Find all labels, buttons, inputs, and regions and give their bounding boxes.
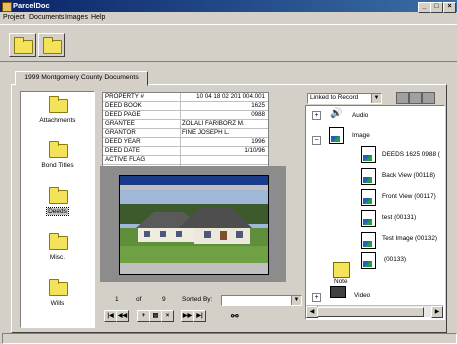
last-record-button[interactable]: ▶| xyxy=(193,310,206,322)
record-of: of xyxy=(136,296,142,303)
scroll-thumb[interactable] xyxy=(317,307,424,317)
image-document-icon xyxy=(361,146,376,163)
folder-label: Deeds xyxy=(46,207,69,216)
record-current: 1 xyxy=(115,296,119,303)
toolbar xyxy=(0,24,457,62)
table-row[interactable]: PROPERTY # 10 04 18 02 201 004.001 xyxy=(103,93,268,102)
record-table: PROPERTY # 10 04 18 02 201 004.001 DEED B… xyxy=(102,92,269,168)
field-value: 1/10/96 xyxy=(244,147,265,154)
image-document-icon xyxy=(329,127,344,144)
expand-audio-toggle[interactable]: + xyxy=(312,111,321,120)
property-photo[interactable] xyxy=(119,175,269,275)
field-value: 1996 xyxy=(251,138,265,145)
menu-documents[interactable]: Documents xyxy=(29,12,64,23)
chevron-down-icon: ▼ xyxy=(291,296,301,305)
table-row[interactable]: DEED PAGE 0988 xyxy=(103,111,268,120)
tree-node-image-item[interactable]: Front View (00117) xyxy=(382,193,436,200)
table-row[interactable]: ACTIVE FLAG xyxy=(103,156,268,165)
field-name: DEED YEAR xyxy=(105,138,141,145)
field-value: 1625 xyxy=(251,102,265,109)
field-value: ZOLALI FARIBORZ M. xyxy=(182,120,245,127)
tree-node-video[interactable]: Video xyxy=(354,292,370,299)
menu-help[interactable]: Help xyxy=(91,12,105,23)
field-name: PROPERTY # xyxy=(105,93,144,100)
title-bar: ParcelDoc _ □ × xyxy=(0,0,457,13)
image-document-icon xyxy=(361,210,376,227)
field-name: DEED PAGE xyxy=(105,111,141,118)
scroll-right-button[interactable]: ▶ xyxy=(431,306,443,318)
tree-node-image[interactable]: Image xyxy=(352,132,370,139)
tree-node-image-item[interactable]: DEEDS 1625 0988 ( xyxy=(382,151,440,158)
folder-icon xyxy=(49,96,68,113)
binoculars-search-icon[interactable]: ⚯ xyxy=(231,311,239,322)
app-window: ParcelDoc _ □ × Project Documents Images… xyxy=(0,0,457,344)
collapse-image-toggle[interactable]: − xyxy=(312,136,321,145)
expand-video-toggle[interactable]: + xyxy=(312,293,321,302)
status-bar xyxy=(2,333,457,344)
record-total: 9 xyxy=(162,296,166,303)
table-row[interactable]: DEED DATE 1/10/96 xyxy=(103,147,268,156)
sort-dropdown[interactable]: ▼ xyxy=(221,295,302,306)
window-title: ParcelDoc xyxy=(13,1,50,10)
image-document-icon xyxy=(361,252,376,269)
table-row[interactable]: GRANTEE ZOLALI FARIBORZ M. xyxy=(103,120,268,129)
video-camera-icon xyxy=(330,286,346,298)
delete-record-button[interactable]: × xyxy=(161,310,174,322)
properties-tool-button[interactable] xyxy=(422,92,435,104)
image-document-icon xyxy=(361,189,376,206)
folder-list: Attachments Bond Titles Deeds Misc. Will… xyxy=(20,91,95,328)
attachment-tree: + 🔊 Audio − Image DEEDS 1625 0988 ( Back… xyxy=(305,105,445,320)
note-icon xyxy=(333,262,350,278)
field-name: GRANTEE xyxy=(105,120,135,127)
folder-icon xyxy=(14,37,33,54)
linked-dropdown[interactable]: Linked to Record ▼ xyxy=(307,93,382,104)
table-row[interactable]: DEED BOOK 1625 xyxy=(103,102,268,111)
sorted-by-label: Sorted By: xyxy=(182,296,213,303)
open-folder-button[interactable] xyxy=(9,33,36,57)
image-document-icon xyxy=(361,168,376,185)
field-value: 0988 xyxy=(251,111,265,118)
linked-value: Linked to Record xyxy=(310,94,359,101)
tree-node-image-item[interactable]: Test Image (00132) xyxy=(382,235,437,242)
image-document-icon xyxy=(361,232,376,249)
link-tool-button[interactable] xyxy=(396,92,409,104)
app-icon xyxy=(2,2,12,12)
folder-label: Bond Titles xyxy=(41,162,74,169)
field-name: GRANTOR xyxy=(105,129,136,136)
previous-record-button[interactable]: ◀◀ xyxy=(116,310,129,322)
chevron-down-icon: ▼ xyxy=(371,94,381,103)
tree-node-image-item[interactable]: Back View (00118) xyxy=(382,172,435,179)
field-value: FINE JOSEPH L. xyxy=(182,129,230,136)
tab-montgomery-documents[interactable]: 1999 Montgomery County Documents xyxy=(15,71,148,86)
tree-node-image-item[interactable]: test (00131) xyxy=(382,214,416,221)
folder-label: Wills xyxy=(50,300,65,307)
field-name: DEED DATE xyxy=(105,147,140,154)
folder-icon xyxy=(49,187,68,204)
folder-icon xyxy=(49,279,68,296)
tree-node-audio[interactable]: Audio xyxy=(352,112,368,119)
tree-horizontal-scrollbar[interactable]: ◀ ▶ xyxy=(306,305,443,318)
field-name: ACTIVE FLAG xyxy=(105,156,146,163)
folder-icon xyxy=(49,141,68,158)
table-row[interactable]: GRANTOR FINE JOSEPH L. xyxy=(103,129,268,138)
folder-icon xyxy=(43,37,62,54)
speaker-icon: 🔊 xyxy=(330,108,343,119)
field-name: DEED BOOK xyxy=(105,102,142,109)
tree-node-image-item[interactable]: (00133) xyxy=(384,256,406,263)
menu-images[interactable]: Images xyxy=(65,12,88,23)
unlink-tool-button[interactable] xyxy=(409,92,422,104)
field-value: 10 04 18 02 201 004.001 xyxy=(196,93,265,100)
tree-node-note[interactable]: Note xyxy=(334,278,348,285)
folder-label: Attachments xyxy=(39,117,76,124)
folder-label: Misc. xyxy=(49,254,66,261)
menu-project[interactable]: Project xyxy=(3,12,25,23)
folder-icon xyxy=(49,233,68,250)
new-folder-button[interactable] xyxy=(38,33,65,57)
menu-bar: Project Documents Images Help xyxy=(0,12,457,23)
house-photo-image xyxy=(120,176,268,274)
table-row[interactable]: DEED YEAR 1996 xyxy=(103,138,268,147)
